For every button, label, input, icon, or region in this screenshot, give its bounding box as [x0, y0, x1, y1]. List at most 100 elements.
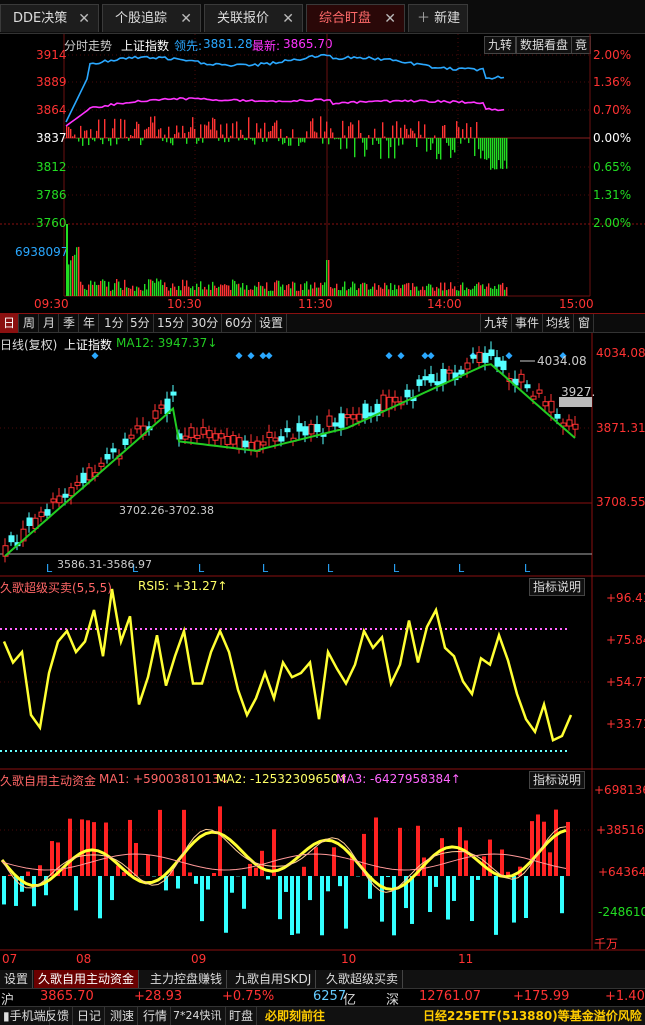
- period-1min[interactable]: 1分: [101, 314, 128, 333]
- intraday-bar: [466, 123, 468, 138]
- footer-watch[interactable]: 盯盘: [226, 1007, 258, 1025]
- close-icon[interactable]: ✕: [78, 5, 90, 33]
- period-60min[interactable]: 60分: [222, 314, 257, 333]
- intraday-bar: [258, 132, 260, 138]
- period-quarter[interactable]: 季: [60, 314, 80, 333]
- intraday-bar: [178, 132, 180, 138]
- volume-bar: [374, 283, 376, 296]
- intraday-bar: [418, 121, 420, 138]
- volume-bar: [488, 283, 490, 296]
- footer-quotes[interactable]: 行情: [140, 1007, 172, 1025]
- volume-bar: [280, 286, 282, 296]
- intraday-bar: [386, 138, 388, 141]
- intraday-bar: [498, 138, 500, 161]
- intraday-bar: [206, 125, 208, 138]
- event-marker: [91, 352, 99, 360]
- tab-integrated-watch[interactable]: 综合盯盘 ✕: [306, 4, 405, 32]
- intraday-bar: [166, 138, 168, 143]
- volume-bar: [310, 284, 312, 296]
- intraday-bar: [332, 132, 334, 138]
- intraday-bar: [210, 129, 212, 138]
- volume-bar: [406, 283, 408, 296]
- volume-bar: [150, 279, 152, 296]
- low-marker: L: [46, 562, 53, 575]
- sh-price[interactable]: 3865.70: [40, 989, 94, 1004]
- footer-feedback[interactable]: 反馈: [42, 1007, 74, 1025]
- period-month[interactable]: 月: [40, 314, 60, 333]
- intraday-bar: [462, 129, 464, 138]
- intraday-bar: [98, 119, 100, 138]
- candle: [338, 413, 345, 428]
- volume-bar: [426, 285, 428, 296]
- period-15min[interactable]: 15分: [154, 314, 189, 333]
- event-toggle[interactable]: 事件: [512, 314, 544, 333]
- volume-bar: [144, 283, 146, 296]
- fund-bar: [536, 814, 540, 876]
- period-year[interactable]: 年: [80, 314, 100, 333]
- footer-speedtest[interactable]: 测速: [107, 1007, 139, 1025]
- period-day[interactable]: 日: [0, 314, 20, 333]
- fund-tick: +698136: [594, 783, 645, 797]
- period-settings[interactable]: 设置: [256, 314, 288, 333]
- period-week[interactable]: 周: [20, 314, 40, 333]
- jiuzhuan-toggle[interactable]: 九转: [480, 314, 513, 333]
- volume-bar: [292, 281, 294, 296]
- volume-bar: [454, 286, 456, 296]
- indicator-settings[interactable]: 设置: [0, 970, 34, 988]
- intraday-bar: [480, 138, 482, 159]
- indicator-active-fund[interactable]: 久歌自用主动资金: [34, 970, 140, 988]
- volume-bar: [102, 279, 104, 296]
- volume-bar: [276, 280, 278, 296]
- indicator-super-trade[interactable]: 久歌超级买卖: [322, 970, 404, 988]
- volume-bar: [306, 281, 308, 296]
- candle: [482, 352, 489, 363]
- intraday-bar: [494, 138, 496, 170]
- candle: [500, 360, 507, 371]
- tab-new[interactable]: ＋ 新建: [408, 4, 468, 32]
- intraday-bar: [340, 138, 342, 150]
- indicator-skdj[interactable]: 九歌自用SKDJ: [231, 970, 317, 988]
- sh-amount: 6257: [313, 989, 347, 1004]
- indicator-main-control[interactable]: 主力控盘赚钱: [146, 970, 228, 988]
- intraday-bar: [336, 138, 338, 139]
- candle: [56, 495, 63, 504]
- intraday-bar: [200, 124, 202, 138]
- volume-bar: [462, 282, 464, 296]
- intraday-bar: [454, 138, 456, 153]
- lead-line: [65, 53, 505, 123]
- volume-bar: [476, 283, 478, 296]
- intraday-bar: [272, 125, 274, 138]
- price-tick: 3760: [36, 216, 67, 230]
- volume-bar: [168, 290, 170, 296]
- footer-news-724[interactable]: 7*24快讯: [170, 1007, 226, 1025]
- fund-bar: [314, 847, 318, 876]
- candle: [344, 414, 351, 419]
- indicator-tabs: 设置 久歌自用主动资金 主力控盘赚钱 九歌自用SKDJ 久歌超级买卖: [0, 970, 645, 988]
- volume-bar: [470, 289, 472, 296]
- sz-price[interactable]: 12761.07: [419, 989, 481, 1004]
- period-5min[interactable]: 5分: [127, 314, 154, 333]
- volume-bar: [404, 284, 406, 296]
- fund-bar: [296, 876, 300, 934]
- tab-stock-tracking[interactable]: 个股追踪 ✕: [102, 4, 201, 32]
- high-label: 4034.08: [537, 354, 587, 368]
- footer-diary[interactable]: 日记: [74, 1007, 106, 1025]
- volume-bar: [402, 284, 404, 296]
- tab-dde-decision[interactable]: DDE决策 ✕: [0, 4, 99, 32]
- close-icon[interactable]: ✕: [282, 5, 294, 33]
- fund-tick: +385162: [596, 823, 645, 837]
- event-marker: [247, 352, 255, 360]
- event-marker: [235, 352, 243, 360]
- window-toggle[interactable]: 窗: [575, 314, 595, 333]
- period-30min[interactable]: 30分: [188, 314, 223, 333]
- close-icon[interactable]: ✕: [384, 5, 396, 33]
- intraday-bar: [280, 128, 282, 138]
- volume-bar: [78, 246, 80, 296]
- news-tag[interactable]: 必即刻前往: [262, 1007, 328, 1025]
- close-icon[interactable]: ✕: [180, 5, 192, 33]
- news-ticker[interactable]: 日经225ETF(513880)等基金溢价风险提: [420, 1007, 645, 1025]
- volume-bar: [238, 283, 240, 296]
- ma-toggle[interactable]: 均线: [543, 314, 575, 333]
- tab-related-quotes[interactable]: 关联报价 ✕: [204, 4, 303, 32]
- volume-bar: [176, 289, 178, 296]
